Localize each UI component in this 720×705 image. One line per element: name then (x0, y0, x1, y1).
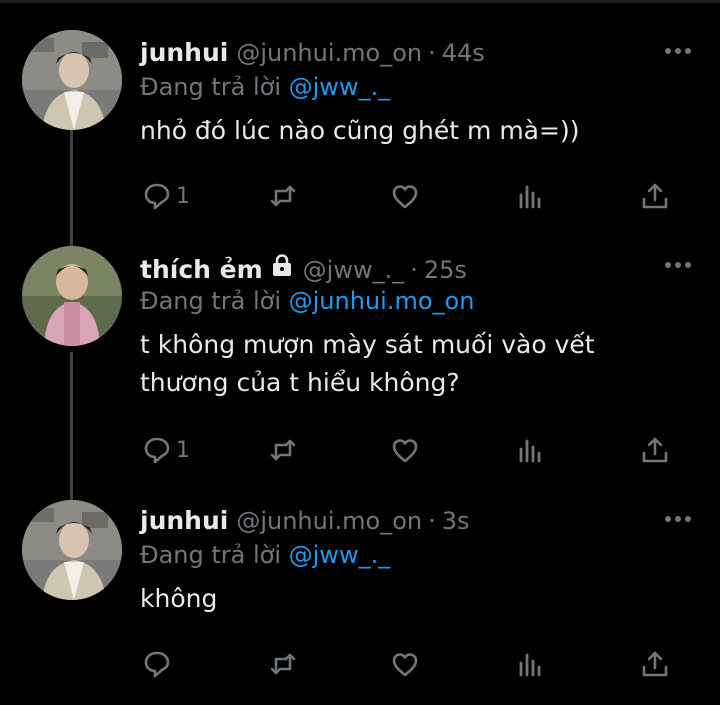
like-icon (392, 653, 418, 677)
share-button[interactable] (640, 178, 670, 214)
user-handle[interactable]: @junhui.mo_on (236, 507, 422, 535)
replying-to: Đang trả lời @junhui.mo_on (140, 287, 474, 315)
avatar[interactable] (22, 500, 122, 600)
display-name[interactable]: junhui (140, 506, 228, 535)
tweet-header: junhui @junhui.mo_on · 3s (140, 506, 470, 540)
replying-to: Đang trả lời @jww_._ (140, 73, 390, 101)
retweet-button[interactable] (268, 178, 298, 214)
share-icon (642, 437, 668, 463)
action-bar (0, 646, 720, 682)
separator: · (428, 39, 436, 67)
tweet-text: không (140, 584, 218, 613)
tweet-text: nhỏ đó lúc nào cũng ghét m mà=)) (140, 116, 580, 145)
reply-icon (144, 437, 170, 464)
retweet-icon (270, 653, 296, 675)
retweet-icon (270, 185, 296, 207)
avatar[interactable] (22, 246, 122, 346)
reply-count: 1 (176, 183, 190, 209)
views-button[interactable] (516, 646, 546, 682)
reply-count: 1 (176, 437, 190, 463)
action-bar: 1 (0, 432, 720, 468)
avatar-photo-icon (22, 246, 122, 346)
reply-button[interactable]: 1 (142, 178, 190, 214)
share-icon (642, 651, 668, 677)
tweet-text: t không mượn mày sát muối vào vết thương… (140, 330, 595, 397)
more-icon[interactable] (664, 46, 692, 56)
tweet-header: junhui @junhui.mo_on · 44s (140, 38, 485, 72)
views-icon (519, 653, 541, 677)
more-icon[interactable] (664, 514, 692, 524)
like-button[interactable] (390, 432, 420, 468)
avatar-photo-icon (22, 30, 122, 130)
timestamp[interactable]: 44s (442, 39, 485, 67)
like-icon (392, 185, 418, 209)
user-handle[interactable]: @jww_._ (303, 256, 405, 284)
thread-line (70, 352, 73, 500)
replying-to: Đang trả lời @jww_._ (140, 541, 390, 569)
user-handle[interactable]: @junhui.mo_on (236, 39, 422, 67)
retweet-button[interactable] (268, 646, 298, 682)
views-icon (519, 185, 541, 209)
mention-link[interactable]: @junhui.mo_on (289, 287, 475, 315)
mention-link[interactable]: @jww_._ (289, 73, 391, 101)
retweet-icon (270, 439, 296, 461)
views-icon (519, 439, 541, 463)
views-button[interactable] (516, 178, 546, 214)
views-button[interactable] (516, 432, 546, 468)
display-name[interactable]: thích ẻm (140, 255, 263, 284)
separator: · (428, 507, 436, 535)
like-button[interactable] (390, 646, 420, 682)
tweet-header: thích ẻm @jww_._ · 25s (140, 252, 467, 286)
separator: · (410, 256, 418, 284)
share-icon (642, 183, 668, 209)
mention-link[interactable]: @jww_._ (289, 541, 391, 569)
replying-to-label: Đang trả lời (140, 287, 289, 315)
reply-button[interactable] (142, 646, 176, 682)
avatar[interactable] (22, 30, 122, 130)
more-icon[interactable] (664, 260, 692, 270)
replying-to-label: Đang trả lời (140, 541, 289, 569)
timestamp[interactable]: 3s (442, 507, 470, 535)
reply-button[interactable]: 1 (142, 432, 190, 468)
share-button[interactable] (640, 646, 670, 682)
display-name[interactable]: junhui (140, 38, 228, 67)
like-icon (392, 439, 418, 463)
reply-icon (144, 651, 170, 678)
avatar-photo-icon (22, 500, 122, 600)
replying-to-label: Đang trả lời (140, 73, 289, 101)
lock-icon (272, 254, 291, 276)
reply-icon (144, 183, 170, 210)
like-button[interactable] (390, 178, 420, 214)
top-edge (0, 0, 720, 3)
share-button[interactable] (640, 432, 670, 468)
retweet-button[interactable] (268, 432, 298, 468)
action-bar: 1 (0, 178, 720, 214)
timestamp[interactable]: 25s (424, 256, 467, 284)
